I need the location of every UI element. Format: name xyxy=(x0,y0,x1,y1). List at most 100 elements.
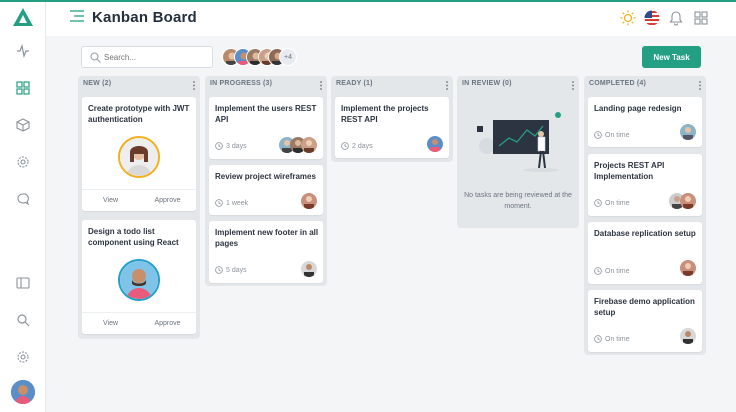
task-card[interactable]: Implement new footer in all pages 5 days xyxy=(209,221,323,283)
more-members-badge[interactable]: +4 xyxy=(279,48,297,66)
logo-icon[interactable] xyxy=(13,8,33,26)
task-card[interactable]: Design a todo list component using React… xyxy=(82,220,196,334)
task-status: On time xyxy=(605,131,630,139)
view-button[interactable]: View xyxy=(82,313,139,334)
task-meta: 1 week xyxy=(215,199,248,207)
task-meta: 2 days xyxy=(341,142,373,150)
assignee-avatar xyxy=(680,328,696,344)
page-title: Kanban Board xyxy=(92,9,197,26)
assignee-avatar xyxy=(680,193,696,209)
assignee-avatar xyxy=(427,136,443,152)
task-status: On time xyxy=(605,335,630,343)
column-title: READY (1) xyxy=(336,80,373,87)
more-vertical-icon[interactable] xyxy=(445,81,449,90)
more-vertical-icon[interactable] xyxy=(571,81,575,90)
assignee-avatar xyxy=(118,136,160,178)
task-meta: On time xyxy=(594,335,630,343)
dashboard-icon[interactable] xyxy=(13,78,33,98)
assignee-avatar xyxy=(301,193,317,209)
new-task-button[interactable]: New Task xyxy=(642,46,701,68)
task-title: Implement new footer in all pages xyxy=(215,228,319,248)
empty-state-message: No tasks are being reviewed at the momen… xyxy=(464,192,572,210)
task-card[interactable]: Database replication setup On time xyxy=(588,222,702,284)
assignee-avatar xyxy=(301,261,317,277)
task-status: On time xyxy=(605,199,630,207)
clock-icon xyxy=(594,131,602,139)
task-title: Create prototype with JWT authentication xyxy=(88,104,190,124)
task-card[interactable]: Projects REST API Implementation On time xyxy=(588,154,702,216)
clock-icon xyxy=(215,266,223,274)
task-card[interactable]: Create prototype with JWT authentication… xyxy=(82,97,196,211)
task-meta: On time xyxy=(594,199,630,207)
column-ready: READY (1) Implement the projects REST AP… xyxy=(331,76,453,162)
clock-icon xyxy=(215,142,223,150)
chat-icon[interactable] xyxy=(13,189,33,209)
gear-icon[interactable] xyxy=(13,347,33,367)
task-meta: On time xyxy=(594,267,630,275)
search-icon xyxy=(90,52,101,63)
assignee-avatar xyxy=(680,260,696,276)
clock-icon xyxy=(215,199,223,207)
bell-icon[interactable] xyxy=(668,10,684,26)
sidebar xyxy=(0,2,46,412)
task-duration: 2 days xyxy=(352,142,373,150)
column-title: NEW (2) xyxy=(83,80,112,87)
assignee-avatar xyxy=(680,124,696,140)
empty-review-illustration xyxy=(477,112,561,172)
search-box xyxy=(81,46,213,68)
task-title: Implement the projects REST API xyxy=(341,104,429,124)
task-meta: On time xyxy=(594,131,630,139)
clock-icon xyxy=(594,267,602,275)
task-title: Landing page redesign xyxy=(594,104,682,113)
column-in-review: IN REVIEW (0) No tasks are being reviewe… xyxy=(457,76,579,228)
more-vertical-icon[interactable] xyxy=(698,81,702,90)
task-card[interactable]: Implement the users REST API 3 days xyxy=(209,97,323,159)
task-meta: 5 days xyxy=(215,266,247,274)
task-card[interactable]: Review project wireframes 1 week xyxy=(209,165,323,215)
approve-button[interactable]: Approve xyxy=(139,190,196,211)
box-icon[interactable] xyxy=(13,115,33,135)
task-title: Projects REST API Implementation xyxy=(594,161,665,181)
clock-icon xyxy=(594,199,602,207)
task-title: Design a todo list component using React xyxy=(88,227,179,247)
task-title: Implement the users REST API xyxy=(215,104,317,124)
more-vertical-icon[interactable] xyxy=(192,81,196,90)
clock-icon xyxy=(594,335,602,343)
task-title: Database replication setup xyxy=(594,229,696,238)
assignee-avatar xyxy=(118,259,160,301)
task-duration: 5 days xyxy=(226,266,247,274)
view-button[interactable]: View xyxy=(82,190,139,211)
column-in-progress: IN PROGRESS (3) Implement the users REST… xyxy=(205,76,327,286)
task-meta: 3 days xyxy=(215,142,247,150)
task-status: On time xyxy=(605,267,630,275)
search-icon[interactable] xyxy=(13,310,33,330)
clock-icon xyxy=(341,142,349,150)
task-title: Firebase demo application setup xyxy=(594,297,695,317)
column-title: IN REVIEW (0) xyxy=(462,80,512,87)
more-vertical-icon[interactable] xyxy=(319,81,323,90)
column-new: NEW (2) Create prototype with JWT authen… xyxy=(78,76,200,339)
task-card[interactable]: Firebase demo application setup On time xyxy=(588,290,702,352)
menu-icon[interactable] xyxy=(70,10,84,22)
us-flag-icon[interactable] xyxy=(644,10,660,26)
task-card[interactable]: Landing page redesign On time xyxy=(588,97,702,147)
task-duration: 1 week xyxy=(226,199,249,207)
user-avatar[interactable] xyxy=(11,380,35,404)
task-card[interactable]: Implement the projects REST API 2 days xyxy=(335,97,449,158)
search-input[interactable] xyxy=(104,50,204,64)
approve-button[interactable]: Approve xyxy=(139,313,196,334)
sun-icon[interactable] xyxy=(620,10,636,26)
header: Kanban Board xyxy=(46,2,736,36)
assignee-avatar xyxy=(301,137,317,153)
card-actions: View Approve xyxy=(82,189,196,211)
column-completed: COMPLETED (4) Landing page redesign On t… xyxy=(584,76,706,355)
settings-icon[interactable] xyxy=(13,152,33,172)
task-duration: 3 days xyxy=(226,142,247,150)
sidebar-toggle-icon[interactable] xyxy=(13,273,33,293)
card-actions: View Approve xyxy=(82,312,196,334)
apps-grid-icon[interactable] xyxy=(693,10,709,26)
column-title: COMPLETED (4) xyxy=(589,80,647,87)
column-title: IN PROGRESS (3) xyxy=(210,80,273,87)
activity-icon[interactable] xyxy=(13,41,33,61)
task-title: Review project wireframes xyxy=(215,172,316,181)
